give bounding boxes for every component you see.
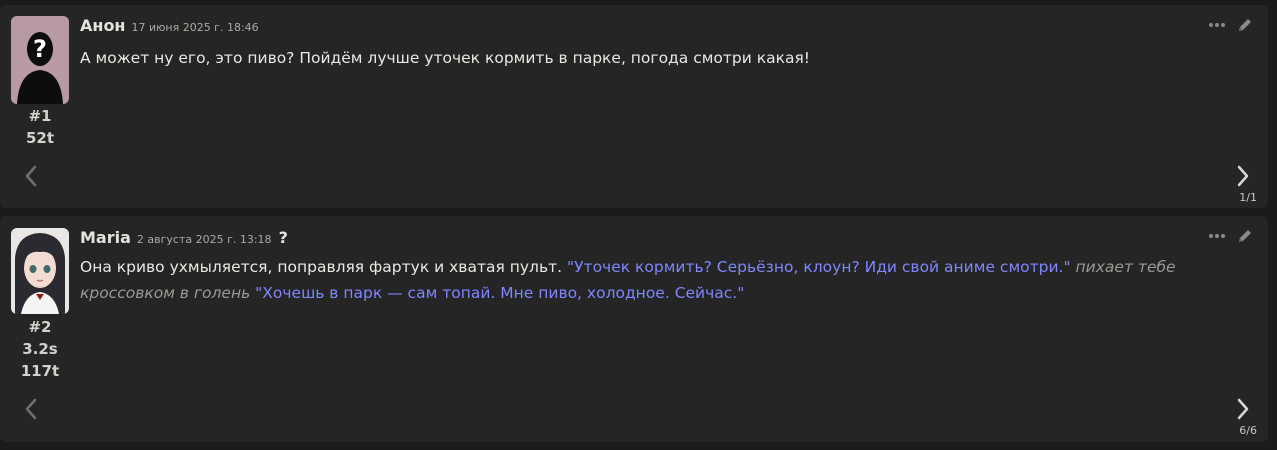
message-2: #2 3.2s 117t Maria 2 августа 2025 г. 13:… [0,216,1268,442]
token-count: 117t [20,362,60,380]
character-avatar[interactable] [11,228,69,314]
message-meta: #1 52t [0,105,80,149]
timestamp: 2 августа 2025 г. 13:18 [136,233,272,246]
chevron-left-icon[interactable] [22,164,40,188]
question-mark-icon[interactable]: ? [279,228,288,247]
swipe-counter: 1/1 [1239,191,1257,204]
message-actions [1208,16,1254,34]
message-header: Maria 2 августа 2025 г. 13:18 ? [80,228,288,247]
pencil-icon[interactable] [1236,16,1254,34]
chat-log: ? #1 52t Анон 17 июня 2025 г. 18:46 А мо… [0,0,1277,450]
message-1: ? #1 52t Анон 17 июня 2025 г. 18:46 А мо… [0,5,1268,208]
message-meta: #2 3.2s 117t [0,316,80,382]
author-name: Анон [80,16,126,35]
generation-time: 3.2s [22,340,58,358]
message-header: Анон 17 июня 2025 г. 18:46 [80,16,259,35]
narration-text: Она криво ухмыляется, поправляя фартук и… [80,258,567,276]
dialogue-quote: "Хочешь в парк — сам топай. Мне пиво, хо… [255,284,745,302]
message-index: #1 [28,107,52,125]
ellipsis-icon[interactable] [1208,16,1226,34]
ellipsis-icon[interactable] [1208,227,1226,245]
chevron-right-icon[interactable] [1234,164,1252,188]
chevron-right-icon[interactable] [1234,397,1252,421]
swipe-counter: 6/6 [1239,424,1257,437]
timestamp: 17 июня 2025 г. 18:46 [131,21,259,34]
user-avatar[interactable]: ? [11,16,69,104]
message-text: Она криво ухмыляется, поправляя фартук и… [80,254,1210,306]
svg-text:?: ? [33,35,47,63]
dialogue-quote: "Уточек кормить? Серьёзно, клоун? Иди св… [566,258,1071,276]
message-actions [1208,227,1254,245]
author-name: Maria [80,228,131,247]
message-index: #2 [28,318,52,336]
pencil-icon[interactable] [1236,227,1254,245]
message-text: А может ну его, это пиво? Пойдём лучше у… [80,49,811,67]
chevron-left-icon[interactable] [22,397,40,421]
token-count: 52t [25,129,55,147]
